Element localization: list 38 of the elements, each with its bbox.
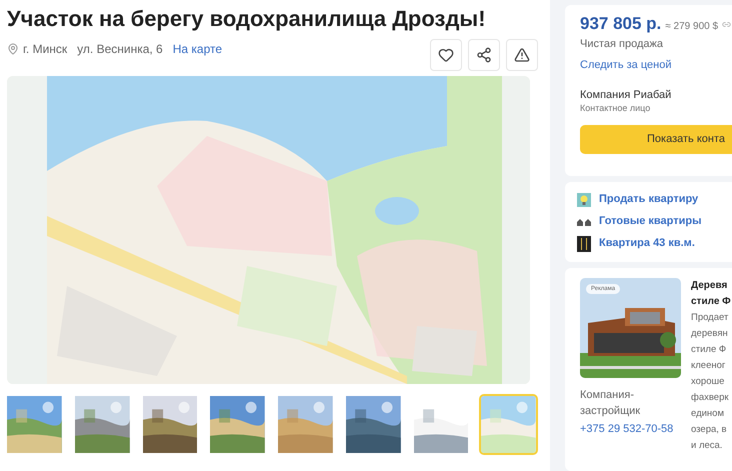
ad-text-line: клееног [691, 358, 726, 372]
related-link[interactable]: Квартира 43 кв.м. [599, 235, 695, 252]
houses-icon [577, 218, 591, 226]
deal-type-text: Чистая продажа [580, 36, 664, 50]
warning-icon [514, 47, 530, 63]
ad-text-line: озера, в [691, 422, 728, 436]
ad-text-line: деревян [691, 326, 729, 340]
watch-price-link[interactable]: Следить за ценой [580, 58, 732, 72]
usd-price-text: ≈ 279 900 $ [665, 20, 718, 34]
ad-text-line: едином [691, 406, 725, 420]
report-button[interactable] [506, 39, 538, 71]
seller-name: Компания Риабай [580, 88, 672, 102]
city-text: г. Минск [23, 41, 68, 58]
link-icon [722, 20, 732, 29]
street-text: ул. Веснинка, 6 [77, 41, 163, 58]
building-icon [577, 236, 591, 252]
seller-role: Контактное лицо [580, 102, 652, 114]
share-button[interactable] [468, 39, 500, 71]
show-contacts-button[interactable]: Показать конта [580, 124, 732, 154]
map-link[interactable]: На карте [172, 40, 222, 58]
heart-icon [438, 47, 454, 63]
ad-company: Компания-застройщик [580, 388, 642, 418]
favorite-button[interactable] [430, 39, 462, 71]
ad-text-line: фахверк [691, 390, 730, 404]
related-link[interactable]: Готовые квартиры [599, 213, 702, 230]
lightbulb-icon [577, 192, 591, 206]
price-text: 937 805 р. [580, 13, 662, 35]
ad-text-line: хороше [691, 374, 726, 388]
map-pin-icon [7, 43, 19, 55]
ad-text-line: Продает [691, 310, 730, 324]
ad-title-line: Деревя [691, 278, 728, 292]
ad-title-line: стиле Ф [691, 294, 731, 308]
ad-text-line: стиле Ф [691, 342, 728, 356]
ad-phone-link[interactable]: +375 29 532-70-58 [580, 420, 681, 436]
related-link[interactable]: Продать квартиру [599, 191, 698, 208]
listing-title: Участок на берегу водохранилища Дрозды! [7, 5, 487, 33]
share-icon [476, 47, 492, 63]
ad-text-line: и леса. [691, 438, 724, 452]
